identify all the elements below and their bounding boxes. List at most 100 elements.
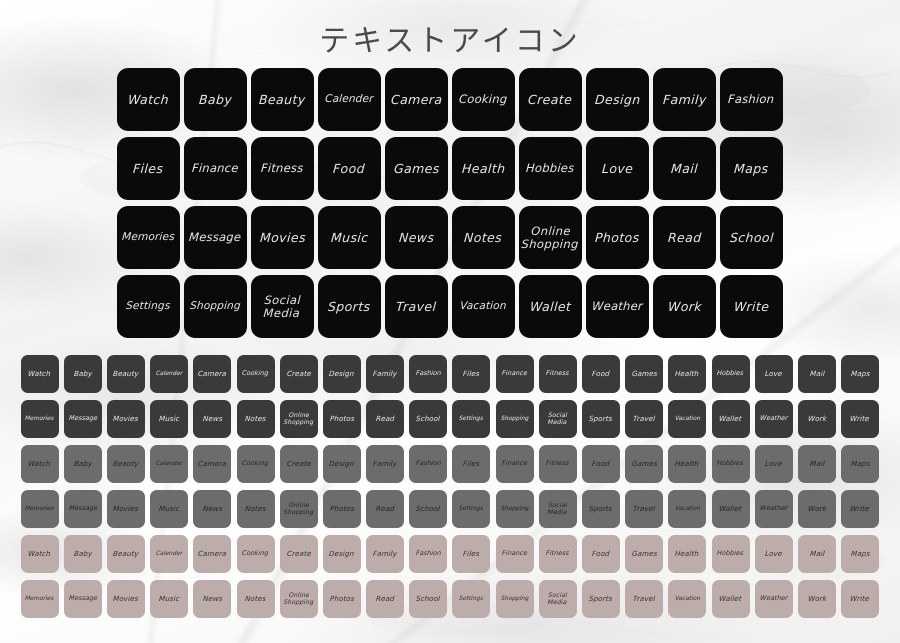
icon-tile-fitness[interactable]: Fitness bbox=[538, 355, 577, 393]
icon-tile-movies[interactable]: Movies bbox=[251, 206, 314, 269]
icon-tile-news[interactable]: News bbox=[193, 580, 232, 618]
icon-tile-food[interactable]: Food bbox=[318, 137, 381, 200]
icon-tile-files[interactable]: Files bbox=[452, 535, 491, 573]
icon-tile-message[interactable]: Message bbox=[63, 490, 102, 528]
icon-tile-music[interactable]: Music bbox=[150, 490, 189, 528]
icon-tile-message[interactable]: Message bbox=[184, 206, 247, 269]
icon-tile-create[interactable]: Create bbox=[279, 355, 318, 393]
icon-tile-school[interactable]: School bbox=[409, 580, 448, 618]
icon-tile-mail[interactable]: Mail bbox=[797, 355, 836, 393]
icon-tile-travel[interactable]: Travel bbox=[625, 580, 664, 618]
icon-tile-calender[interactable]: Calender bbox=[318, 68, 381, 131]
icon-tile-cooking[interactable]: Cooking bbox=[236, 535, 275, 573]
icon-tile-read[interactable]: Read bbox=[366, 400, 405, 438]
icon-tile-vacation[interactable]: Vacation bbox=[668, 580, 707, 618]
icon-tile-love[interactable]: Love bbox=[754, 445, 793, 483]
icon-tile-news[interactable]: News bbox=[385, 206, 448, 269]
icon-tile-calender[interactable]: Calender bbox=[150, 445, 189, 483]
icon-tile-files[interactable]: Files bbox=[452, 355, 491, 393]
icon-tile-mail[interactable]: Mail bbox=[797, 535, 836, 573]
icon-tile-news[interactable]: News bbox=[193, 400, 232, 438]
icon-tile-food[interactable]: Food bbox=[582, 355, 621, 393]
icon-tile-camera[interactable]: Camera bbox=[193, 445, 232, 483]
icon-tile-online-shopping[interactable]: Online Shopping bbox=[279, 580, 318, 618]
icon-tile-health[interactable]: Health bbox=[668, 355, 707, 393]
icon-tile-memories[interactable]: Memories bbox=[20, 580, 59, 618]
icon-tile-games[interactable]: Games bbox=[625, 355, 664, 393]
icon-tile-design[interactable]: Design bbox=[322, 445, 361, 483]
icon-tile-camera[interactable]: Camera bbox=[193, 535, 232, 573]
icon-tile-camera[interactable]: Camera bbox=[193, 355, 232, 393]
icon-tile-memories[interactable]: Memories bbox=[117, 206, 180, 269]
icon-tile-design[interactable]: Design bbox=[322, 535, 361, 573]
icon-tile-notes[interactable]: Notes bbox=[236, 490, 275, 528]
icon-tile-write[interactable]: Write bbox=[841, 580, 880, 618]
icon-tile-online-shopping[interactable]: Online Shopping bbox=[279, 400, 318, 438]
icon-tile-calender[interactable]: Calender bbox=[150, 535, 189, 573]
icon-tile-hobbies[interactable]: Hobbies bbox=[711, 445, 750, 483]
icon-tile-travel[interactable]: Travel bbox=[625, 490, 664, 528]
icon-tile-notes[interactable]: Notes bbox=[236, 400, 275, 438]
icon-tile-love[interactable]: Love bbox=[586, 137, 649, 200]
icon-tile-create[interactable]: Create bbox=[279, 535, 318, 573]
icon-tile-files[interactable]: Files bbox=[117, 137, 180, 200]
icon-tile-games[interactable]: Games bbox=[385, 137, 448, 200]
icon-tile-beauty[interactable]: Beauty bbox=[106, 355, 145, 393]
icon-tile-shopping[interactable]: Shopping bbox=[495, 400, 534, 438]
icon-tile-maps[interactable]: Maps bbox=[720, 137, 783, 200]
icon-tile-mail[interactable]: Mail bbox=[653, 137, 716, 200]
icon-tile-social-media[interactable]: Social Media bbox=[538, 490, 577, 528]
icon-tile-settings[interactable]: Settings bbox=[452, 490, 491, 528]
icon-tile-write[interactable]: Write bbox=[720, 275, 783, 338]
icon-tile-baby[interactable]: Baby bbox=[184, 68, 247, 131]
icon-tile-finance[interactable]: Finance bbox=[184, 137, 247, 200]
icon-tile-shopping[interactable]: Shopping bbox=[495, 580, 534, 618]
icon-tile-watch[interactable]: Watch bbox=[20, 445, 59, 483]
icon-tile-family[interactable]: Family bbox=[366, 355, 405, 393]
icon-tile-finance[interactable]: Finance bbox=[495, 445, 534, 483]
icon-tile-photos[interactable]: Photos bbox=[586, 206, 649, 269]
icon-tile-sports[interactable]: Sports bbox=[318, 275, 381, 338]
icon-tile-music[interactable]: Music bbox=[150, 400, 189, 438]
icon-tile-cooking[interactable]: Cooking bbox=[452, 68, 515, 131]
icon-tile-message[interactable]: Message bbox=[63, 580, 102, 618]
icon-tile-movies[interactable]: Movies bbox=[106, 400, 145, 438]
icon-tile-work[interactable]: Work bbox=[797, 580, 836, 618]
icon-tile-food[interactable]: Food bbox=[582, 445, 621, 483]
icon-tile-health[interactable]: Health bbox=[668, 445, 707, 483]
icon-tile-work[interactable]: Work bbox=[653, 275, 716, 338]
icon-tile-settings[interactable]: Settings bbox=[117, 275, 180, 338]
icon-tile-work[interactable]: Work bbox=[797, 400, 836, 438]
icon-tile-message[interactable]: Message bbox=[63, 400, 102, 438]
icon-tile-create[interactable]: Create bbox=[279, 445, 318, 483]
icon-tile-school[interactable]: School bbox=[409, 490, 448, 528]
icon-tile-fashion[interactable]: Fashion bbox=[409, 445, 448, 483]
icon-tile-weather[interactable]: Weather bbox=[754, 400, 793, 438]
icon-tile-school[interactable]: School bbox=[720, 206, 783, 269]
icon-tile-design[interactable]: Design bbox=[586, 68, 649, 131]
icon-tile-family[interactable]: Family bbox=[653, 68, 716, 131]
icon-tile-love[interactable]: Love bbox=[754, 355, 793, 393]
icon-tile-work[interactable]: Work bbox=[797, 490, 836, 528]
icon-tile-sports[interactable]: Sports bbox=[582, 400, 621, 438]
icon-tile-weather[interactable]: Weather bbox=[586, 275, 649, 338]
icon-tile-love[interactable]: Love bbox=[754, 535, 793, 573]
icon-tile-movies[interactable]: Movies bbox=[106, 490, 145, 528]
icon-tile-hobbies[interactable]: Hobbies bbox=[711, 535, 750, 573]
icon-tile-music[interactable]: Music bbox=[318, 206, 381, 269]
icon-tile-mail[interactable]: Mail bbox=[797, 445, 836, 483]
icon-tile-notes[interactable]: Notes bbox=[236, 580, 275, 618]
icon-tile-hobbies[interactable]: Hobbies bbox=[711, 355, 750, 393]
icon-tile-sports[interactable]: Sports bbox=[582, 490, 621, 528]
icon-tile-maps[interactable]: Maps bbox=[841, 535, 880, 573]
icon-tile-fashion[interactable]: Fashion bbox=[409, 535, 448, 573]
icon-tile-travel[interactable]: Travel bbox=[625, 400, 664, 438]
icon-tile-weather[interactable]: Weather bbox=[754, 580, 793, 618]
icon-tile-wallet[interactable]: Wallet bbox=[711, 400, 750, 438]
icon-tile-shopping[interactable]: Shopping bbox=[184, 275, 247, 338]
icon-tile-calender[interactable]: Calender bbox=[150, 355, 189, 393]
icon-tile-school[interactable]: School bbox=[409, 400, 448, 438]
icon-tile-watch[interactable]: Watch bbox=[117, 68, 180, 131]
icon-tile-fashion[interactable]: Fashion bbox=[409, 355, 448, 393]
icon-tile-beauty[interactable]: Beauty bbox=[251, 68, 314, 131]
